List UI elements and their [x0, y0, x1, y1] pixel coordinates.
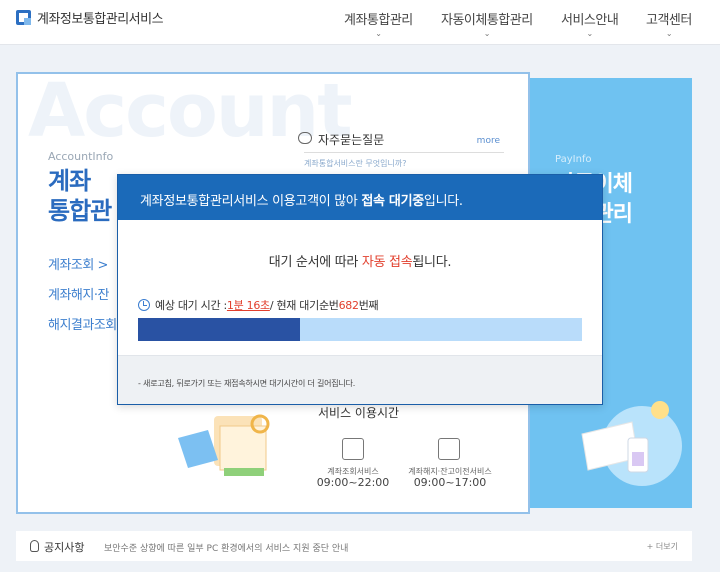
queue-suffix: 번째 [358, 299, 379, 312]
dialog-footer: - 새로고침, 뒤로가기 또는 재접속하시면 대기시간이 더 길어집니다. [118, 355, 602, 404]
wait-progress-bar [138, 318, 582, 341]
queue-wait-dialog: 계좌정보통합관리서비스 이용고객이 많아 접속 대기중입니다. 대기 순서에 따… [117, 174, 603, 405]
message-suffix: 됩니다. [412, 255, 452, 270]
wait-time-label: 예상 대기 시간 : [155, 299, 227, 312]
auto-connect-message: 대기 순서에 따라 자동 접속됩니다. [118, 251, 602, 270]
modal-overlay: 계좌정보통합관리서비스 이용고객이 많아 접속 대기중입니다. 대기 순서에 따… [0, 0, 720, 572]
footnote-text: - 새로고침, 뒤로가기 또는 재접속하시면 대기시간이 더 길어집니다. [138, 379, 356, 388]
dialog-header-bold: 접속 대기중 [361, 194, 424, 209]
dialog-header-suffix: 입니다. [423, 194, 463, 209]
dialog-header: 계좌정보통합관리서비스 이용고객이 많아 접속 대기중입니다. [118, 175, 602, 220]
message-highlight: 자동 접속 [361, 255, 413, 270]
wait-time-value: 1분 16초 [226, 299, 270, 312]
dialog-header-text: 계좌정보통합관리서비스 이용고객이 많아 [140, 194, 362, 209]
message-prefix: 대기 순서에 따라 [268, 255, 362, 270]
wait-progress-fill [138, 318, 301, 341]
wait-info: 예상 대기 시간 : 1분 16초 / 현재 대기순번 682 번째 [138, 297, 379, 313]
queue-label: / 현재 대기순번 [269, 299, 339, 312]
queue-number: 682 [338, 298, 359, 312]
clock-icon [138, 299, 150, 311]
